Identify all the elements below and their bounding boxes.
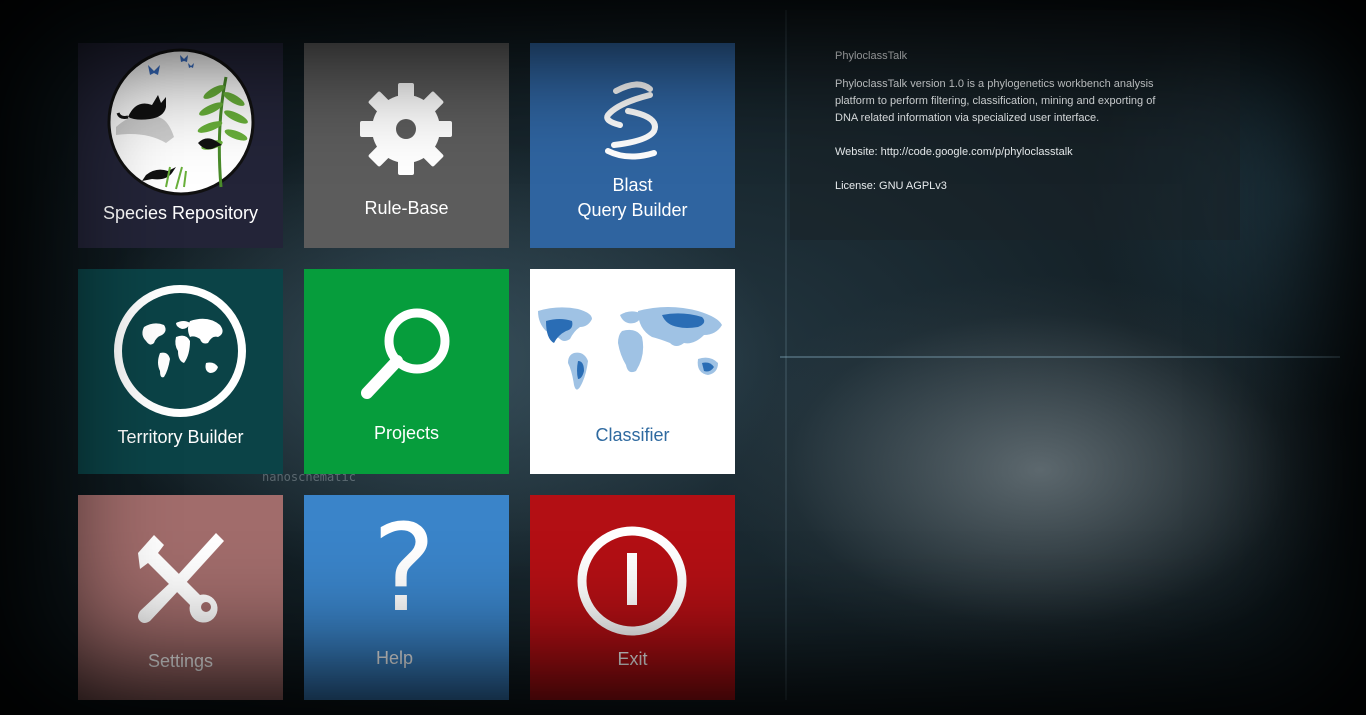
power-icon <box>577 526 687 636</box>
tile-label-help: Help <box>375 648 414 668</box>
about-website[interactable]: Website: http://code.google.com/p/phyloc… <box>835 144 1175 161</box>
tile-label-rule-base: Rule-Base <box>364 198 449 218</box>
tile-species-repository[interactable]: Species Repository <box>78 43 283 248</box>
tile-label-projects: Projects <box>373 423 440 443</box>
magnifier-icon <box>361 308 450 399</box>
tile-projects[interactable]: Projects <box>304 269 509 474</box>
wildlife-icon <box>107 48 255 196</box>
tile-exit[interactable]: Exit <box>530 495 735 700</box>
tile-rule-base[interactable]: Rule-Base <box>304 43 509 248</box>
about-title: PhyloclassTalk <box>835 50 908 62</box>
tile-label-species-repository: Species Repository <box>102 203 259 223</box>
gear-icon <box>360 83 452 175</box>
about-panel: PhyloclassTalk PhyloclassTalk version 1.… <box>790 10 1240 240</box>
world-map-icon <box>538 307 722 390</box>
tile-settings[interactable]: Settings <box>78 495 283 700</box>
tile-label-territory-builder: Territory Builder <box>117 427 244 447</box>
about-description: PhyloclassTalk version 1.0 is a phylogen… <box>835 78 1156 124</box>
tile-blast-query-builder[interactable]: Blast Query Builder <box>530 43 735 248</box>
about-license: License: GNU AGPLv3 <box>835 180 947 192</box>
tile-territory-builder[interactable]: Territory Builder <box>78 269 283 474</box>
tile-label-classifier: Classifier <box>595 425 670 445</box>
background-line-horizontal <box>780 356 1340 358</box>
tile-help[interactable]: ? Help <box>304 495 509 700</box>
background-line-vertical <box>785 10 787 700</box>
tile-label-exit: Exit <box>617 649 648 669</box>
dna-helix-icon <box>604 81 658 160</box>
tile-label-settings: Settings <box>147 651 214 671</box>
question-icon: ? <box>372 500 436 639</box>
tile-label-query-builder: Query Builder <box>577 200 688 220</box>
globe-icon <box>114 285 246 417</box>
tools-icon <box>138 533 224 623</box>
tile-classifier[interactable]: Classifier <box>530 269 735 474</box>
tile-label-blast: Blast <box>612 175 653 195</box>
